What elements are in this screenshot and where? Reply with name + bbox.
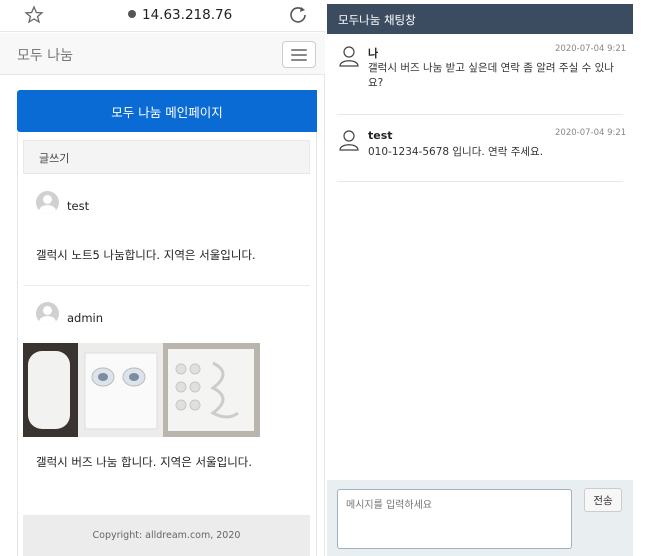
- chat-title: 모두나눔 채팅창: [327, 4, 633, 34]
- bookmark-star-icon[interactable]: [24, 5, 44, 25]
- post-divider: [23, 285, 310, 286]
- message-text: 갤럭시 버즈 나눔 받고 싶은데 연락 좀 알려 주실 수 있나요?: [368, 62, 614, 89]
- site-footer: Copyright: alldream.com, 2020: [23, 515, 310, 556]
- post-text[interactable]: 갤럭시 버즈 나눔 합니다. 지역은 서울입니다.: [36, 454, 252, 470]
- site-navbar: 모두 나눔: [0, 33, 325, 75]
- avatar: [36, 191, 59, 214]
- message-time: 2020-07-04 9:21: [555, 44, 627, 54]
- hamburger-icon: [291, 49, 307, 51]
- menu-toggle-button[interactable]: [282, 41, 316, 68]
- message-sender: test: [368, 129, 393, 142]
- message-time: 2020-07-04 9:21: [555, 128, 627, 138]
- site-brand[interactable]: 모두 나눔: [17, 45, 73, 65]
- url-text[interactable]: 14.63.218.76: [128, 7, 232, 23]
- browser-address-bar: 14.63.218.76: [0, 0, 325, 32]
- main-page-button[interactable]: 모두 나눔 메인페이지: [17, 90, 317, 132]
- post-author: test: [67, 199, 90, 213]
- user-icon: [339, 46, 359, 67]
- send-button[interactable]: 전송: [584, 488, 622, 512]
- message-text: 010-1234-5678 입니다. 연락 주세요.: [368, 146, 544, 158]
- reload-icon[interactable]: [288, 5, 308, 25]
- message-divider: [337, 114, 623, 115]
- post-author: admin: [67, 311, 104, 325]
- avatar: [36, 302, 59, 325]
- message-sender: 나: [368, 47, 379, 60]
- post-text[interactable]: 갤럭시 노트5 나눔합니다. 지역은 서울입니다.: [36, 247, 256, 263]
- chat-panel: 모두나눔 채팅창 나 2020-07-04 9:21 갤럭시 버즈 나눔 받고 …: [327, 0, 633, 556]
- message-input[interactable]: [337, 489, 572, 549]
- message-divider: [337, 181, 623, 182]
- user-icon: [339, 130, 359, 151]
- site-info-icon: [128, 10, 136, 18]
- mobile-browser-panel: 14.63.218.76 모두 나눔 모두 나눔 메인페이지 글쓰기 test …: [0, 0, 325, 556]
- galaxy-buds-photo[interactable]: [23, 343, 260, 437]
- chat-composer: 전송: [327, 480, 633, 556]
- write-post-button[interactable]: 글쓰기: [23, 140, 310, 174]
